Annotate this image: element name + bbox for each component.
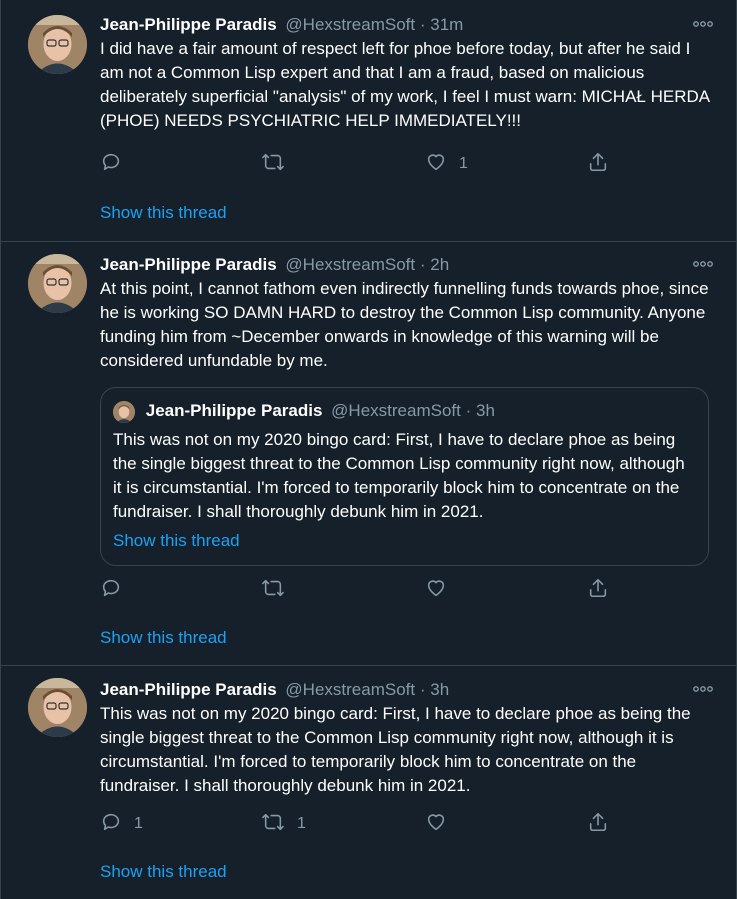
like-button[interactable] xyxy=(425,810,459,838)
timestamp[interactable]: 31m xyxy=(430,15,463,34)
author-handle: @HexstreamSoft xyxy=(331,401,461,420)
avatar xyxy=(113,400,135,423)
separator-dot: · xyxy=(419,680,426,699)
share-icon xyxy=(587,151,609,178)
reply-button[interactable] xyxy=(100,150,134,178)
author-name: Jean-Philippe Paradis xyxy=(145,401,323,420)
quoted-tweet[interactable]: Jean-Philippe Paradis @HexstreamSoft · 3… xyxy=(100,387,709,566)
show-thread-link[interactable]: Show this thread xyxy=(100,626,227,650)
more-horizontal-icon[interactable] xyxy=(692,13,714,35)
author-handle[interactable]: @HexstreamSoft xyxy=(285,15,415,34)
retweet-icon xyxy=(261,811,285,838)
author-handle[interactable]: @HexstreamSoft xyxy=(285,680,415,699)
heart-icon xyxy=(425,577,447,604)
like-button[interactable]: 1 xyxy=(425,150,468,178)
quoted-tweet-header: Jean-Philippe Paradis @HexstreamSoft · 3… xyxy=(113,399,495,423)
more-horizontal-icon[interactable] xyxy=(692,678,714,700)
author-handle[interactable]: @HexstreamSoft xyxy=(285,255,415,274)
separator-dot: · xyxy=(465,401,472,420)
retweet-count: 1 xyxy=(297,815,306,832)
show-thread-link[interactable]: Show this thread xyxy=(100,860,227,884)
retweet-icon xyxy=(261,577,285,604)
retweet-button[interactable] xyxy=(261,150,297,178)
quoted-tweet-text: This was not on my 2020 bingo card: Firs… xyxy=(113,430,685,521)
reply-button[interactable] xyxy=(100,576,134,604)
timestamp[interactable]: 2h xyxy=(430,255,449,274)
reply-button[interactable]: 1 xyxy=(100,810,143,838)
avatar[interactable] xyxy=(28,678,87,737)
show-thread-link[interactable]: Show this thread xyxy=(113,529,240,553)
heart-icon xyxy=(425,151,447,178)
retweet-button[interactable]: 1 xyxy=(261,810,306,838)
tweet-text: I did have a fair amount of respect left… xyxy=(100,39,710,130)
tweet[interactable]: Jean-Philippe Paradis @HexstreamSoft · 3… xyxy=(0,666,737,899)
tweet-header: Jean-Philippe Paradis @HexstreamSoft · 3… xyxy=(100,13,714,37)
separator-dot: · xyxy=(419,15,426,34)
avatar[interactable] xyxy=(28,254,87,313)
avatar[interactable] xyxy=(28,15,87,74)
share-icon xyxy=(587,577,609,604)
author-name[interactable]: Jean-Philippe Paradis xyxy=(100,15,277,34)
separator-dot: · xyxy=(419,255,426,274)
retweet-button[interactable] xyxy=(261,576,297,604)
tweet[interactable]: Jean-Philippe Paradis @HexstreamSoft · 3… xyxy=(0,0,737,241)
author-name[interactable]: Jean-Philippe Paradis xyxy=(100,680,277,699)
more-horizontal-icon[interactable] xyxy=(692,253,714,275)
tweet[interactable]: Jean-Philippe Paradis @HexstreamSoft · 2… xyxy=(0,242,737,665)
retweet-icon xyxy=(261,151,285,178)
author-name[interactable]: Jean-Philippe Paradis xyxy=(100,255,277,274)
timeline-feed: Jean-Philippe Paradis @HexstreamSoft · 3… xyxy=(0,0,737,899)
reply-icon xyxy=(100,151,122,178)
tweet-header: Jean-Philippe Paradis @HexstreamSoft · 3… xyxy=(100,678,714,702)
show-thread-link[interactable]: Show this thread xyxy=(100,201,227,225)
timestamp[interactable]: 3h xyxy=(430,680,449,699)
tweet-text: This was not on my 2020 bingo card: Firs… xyxy=(100,704,691,795)
tweet-text: At this point, I cannot fathom even indi… xyxy=(100,279,709,370)
reply-icon xyxy=(100,811,122,838)
heart-icon xyxy=(425,811,447,838)
like-count: 1 xyxy=(459,155,468,172)
share-icon xyxy=(587,811,609,838)
reply-count: 1 xyxy=(134,815,143,832)
tweet-header: Jean-Philippe Paradis @HexstreamSoft · 2… xyxy=(100,253,714,277)
share-button[interactable] xyxy=(587,576,609,604)
share-button[interactable] xyxy=(587,150,609,178)
timestamp: 3h xyxy=(475,401,495,420)
share-button[interactable] xyxy=(587,810,609,838)
reply-icon xyxy=(100,577,122,604)
like-button[interactable] xyxy=(425,576,459,604)
